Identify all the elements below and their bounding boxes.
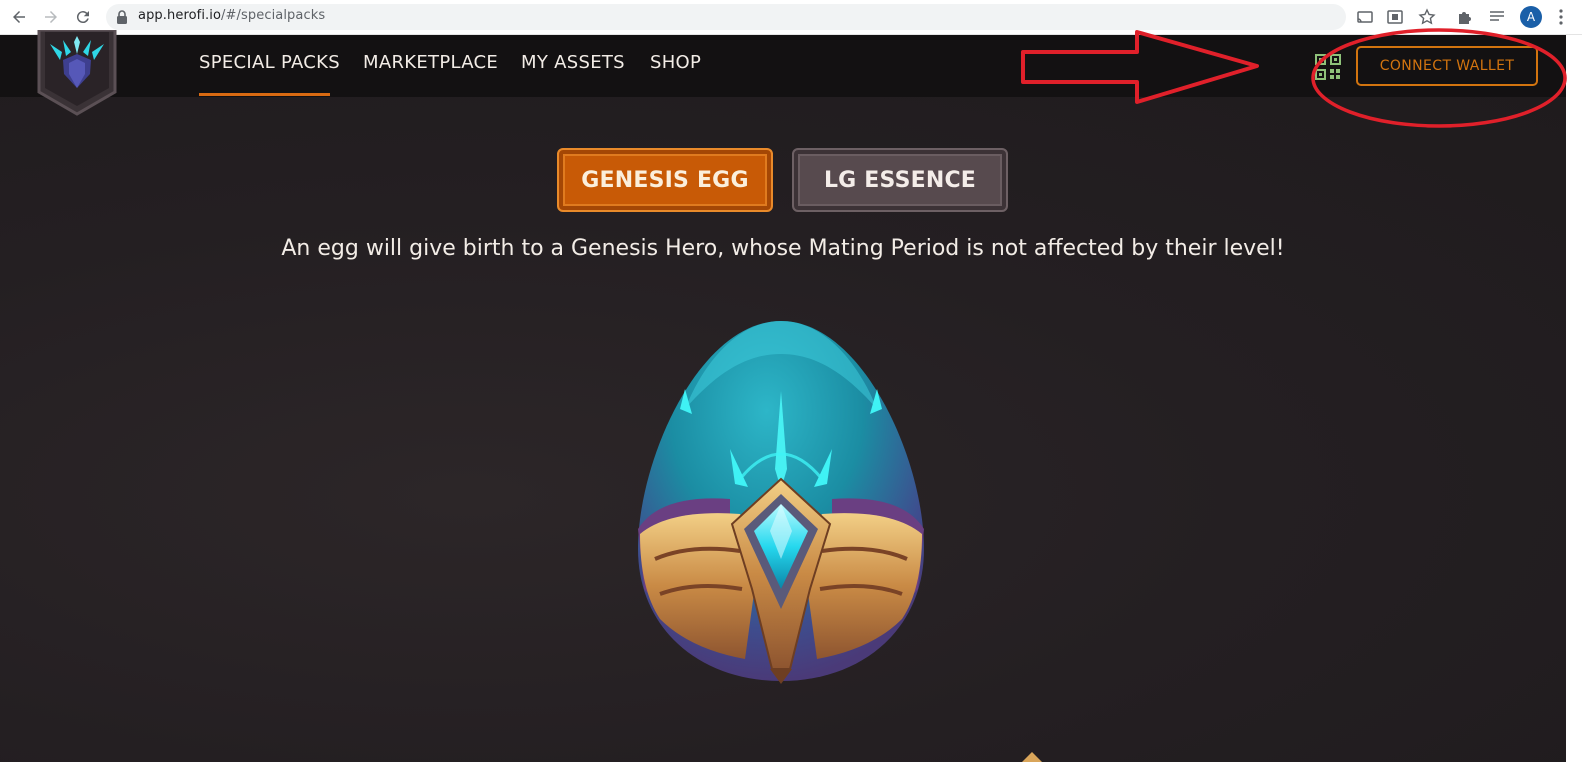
- window-bottom-edge: [0, 762, 1582, 772]
- forward-arrow-icon[interactable]: [40, 6, 62, 28]
- extensions-puzzle-icon[interactable]: [1456, 8, 1474, 26]
- url-path: /#/specialpacks: [221, 8, 326, 23]
- screenshot-icon[interactable]: [1386, 8, 1404, 26]
- browser-toolbar: app.herofi.io/#/specialpacks A: [0, 0, 1582, 35]
- nav-my-assets[interactable]: MY ASSETS: [521, 52, 625, 73]
- active-nav-indicator: [199, 93, 330, 96]
- pack-description: An egg will give birth to a Genesis Hero…: [281, 236, 1285, 261]
- herofi-logo-icon[interactable]: [36, 30, 118, 116]
- url-host: app.herofi.io: [138, 8, 222, 23]
- connect-wallet-button[interactable]: CONNECT WALLET: [1356, 46, 1538, 86]
- special-packs-stage: GENESIS EGG LG ESSENCE An egg will give …: [0, 97, 1566, 762]
- nav-marketplace[interactable]: MARKETPLACE: [363, 52, 498, 73]
- profile-avatar[interactable]: A: [1520, 6, 1542, 28]
- tab-lg-essence[interactable]: LG ESSENCE: [792, 148, 1008, 212]
- kebab-menu-icon[interactable]: [1558, 9, 1564, 25]
- app-header: SPECIAL PACKS MARKETPLACE MY ASSETS SHOP…: [0, 35, 1582, 97]
- reading-list-icon[interactable]: [1488, 8, 1506, 26]
- address-bar[interactable]: app.herofi.io/#/specialpacks: [106, 4, 1346, 30]
- nav-special-packs[interactable]: SPECIAL PACKS: [199, 52, 340, 73]
- genesis-egg-image: [638, 321, 924, 684]
- url-text: app.herofi.io/#/specialpacks: [138, 8, 325, 23]
- lock-icon: [117, 10, 127, 24]
- reload-icon[interactable]: [72, 6, 94, 28]
- cast-icon[interactable]: [1356, 8, 1374, 26]
- bookmark-star-icon[interactable]: [1418, 8, 1436, 26]
- qr-wallet-icon[interactable]: [1315, 54, 1341, 80]
- tab-genesis-egg[interactable]: GENESIS EGG: [557, 148, 773, 212]
- back-arrow-icon[interactable]: [8, 6, 30, 28]
- scrollbar-gutter: [1566, 35, 1582, 772]
- nav-shop[interactable]: SHOP: [650, 52, 701, 73]
- next-item-peek-icon: [1022, 752, 1042, 762]
